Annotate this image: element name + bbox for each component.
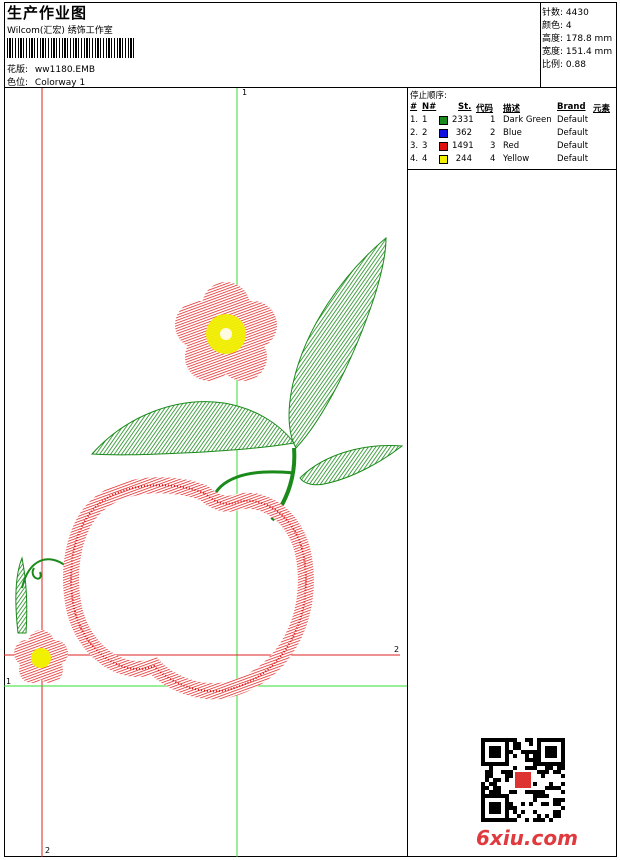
width-label: 宽度: [542,47,564,57]
height-label: 高度: [542,34,564,44]
seq-stitches: 362 [455,128,472,138]
stop-sequence-row[interactable]: 2. 2 362 2 Blue Default [408,128,617,141]
colorway-row: 色位: Colorway 1 [7,75,85,88]
seq-n: 4 [422,154,428,164]
seq-brand: Default [557,128,589,138]
guide-label-h1: 1 [6,677,12,686]
leaf-large-icon [288,236,387,449]
guide-label-v2: 2 [45,846,51,855]
stop-sequence-row[interactable]: 3. 3 1491 3 Red Default [408,141,617,154]
col-brand: Brand [557,102,586,112]
seq-brand: Default [557,141,589,151]
page-title: 生产作业图 [7,4,88,22]
barcode [7,38,135,58]
stitches-value: 4430 [565,8,589,18]
flower-top-icon [175,282,277,381]
seq-index: 3. [410,141,419,151]
seq-desc: Yellow [503,154,530,164]
seq-brand: Default [557,154,589,164]
qr-code-icon [481,738,565,822]
seq-index: 2. [410,128,419,138]
stop-sequence-title: 停止顺序: [410,91,447,101]
colors-row: 颜色: 4 [542,18,572,31]
seq-code: 2 [490,128,496,138]
colorway-value: Colorway 1 [34,78,86,88]
seq-stitches: 244 [455,154,472,164]
design-canvas[interactable]: 1 1 2 2 [4,88,408,857]
col-desc: 描述 [503,104,521,114]
seq-n: 2 [422,128,428,138]
seq-code: 3 [490,141,496,151]
col-code: 代码 [476,104,494,114]
header-info: 生产作业图 Wilcom(汇宏) 绣饰工作室 花版: ww1180.EMB 色位… [4,2,541,88]
stop-sequence-row[interactable]: 1. 1 2331 1 Dark Green Default [408,115,617,128]
stitches-label: 针数: [542,8,564,18]
leaf-right-icon [299,445,404,486]
guide-label-h2: 2 [394,645,400,654]
seq-desc: Dark Green [503,115,552,125]
col-st: St. [458,102,472,112]
width-value: 151.4 mm [565,47,613,57]
tendril [21,558,67,589]
col-element: 元素 [593,104,611,114]
color-swatch [439,129,448,138]
seq-index: 4. [410,154,419,164]
seq-stitches: 1491 [452,141,474,151]
stop-sequence-panel: 停止顺序: # N# St. 代码 描述 Brand 元素 1. 1 2331 1 Da… [408,88,617,170]
height-value: 178.8 mm [565,34,613,44]
subtitle: Wilcom(汇宏) 绣饰工作室 [7,26,113,36]
colors-value: 4 [565,21,572,31]
guide-label-v1: 1 [242,88,248,97]
color-swatch [439,155,448,164]
design-row: 花版: ww1180.EMB [7,62,95,75]
seq-n: 1 [422,115,428,125]
ratio-value: 0.88 [565,60,586,70]
leaf-small-icon [15,556,28,634]
ratio-label: 比例: [542,60,564,70]
color-swatch [439,116,448,125]
seq-n: 3 [422,141,428,151]
colorway-label: 色位: [7,78,29,88]
colors-label: 颜色: [542,21,564,31]
width-row: 宽度: 151.4 mm [542,44,612,57]
stop-sequence-row[interactable]: 4. 4 244 4 Yellow Default [408,154,617,167]
col-hash: # [410,102,418,112]
leaf-left-icon [90,401,295,456]
seq-desc: Red [503,141,520,151]
design-value: ww1180.EMB [34,65,96,75]
ratio-row: 比例: 0.88 [542,57,586,70]
stitches-row: 针数: 4430 [542,5,589,18]
seq-stitches: 2331 [452,115,474,125]
stats-panel: 针数: 4430 颜色: 4 高度: 178.8 mm 宽度: 151.4 mm… [540,2,617,88]
seq-code: 1 [490,115,496,125]
design-label: 花版: [7,65,29,75]
seq-index: 1. [410,115,419,125]
height-row: 高度: 178.8 mm [542,31,612,44]
flower-small-icon [14,630,68,683]
color-swatch [439,142,448,151]
col-n: N# [422,102,437,112]
seq-code: 4 [490,154,496,164]
embroidery-preview [4,88,407,857]
watermark-logo: 6xiu.com [476,826,578,850]
apple-ring-icon [63,477,314,700]
seq-brand: Default [557,115,589,125]
seq-desc: Blue [503,128,522,138]
